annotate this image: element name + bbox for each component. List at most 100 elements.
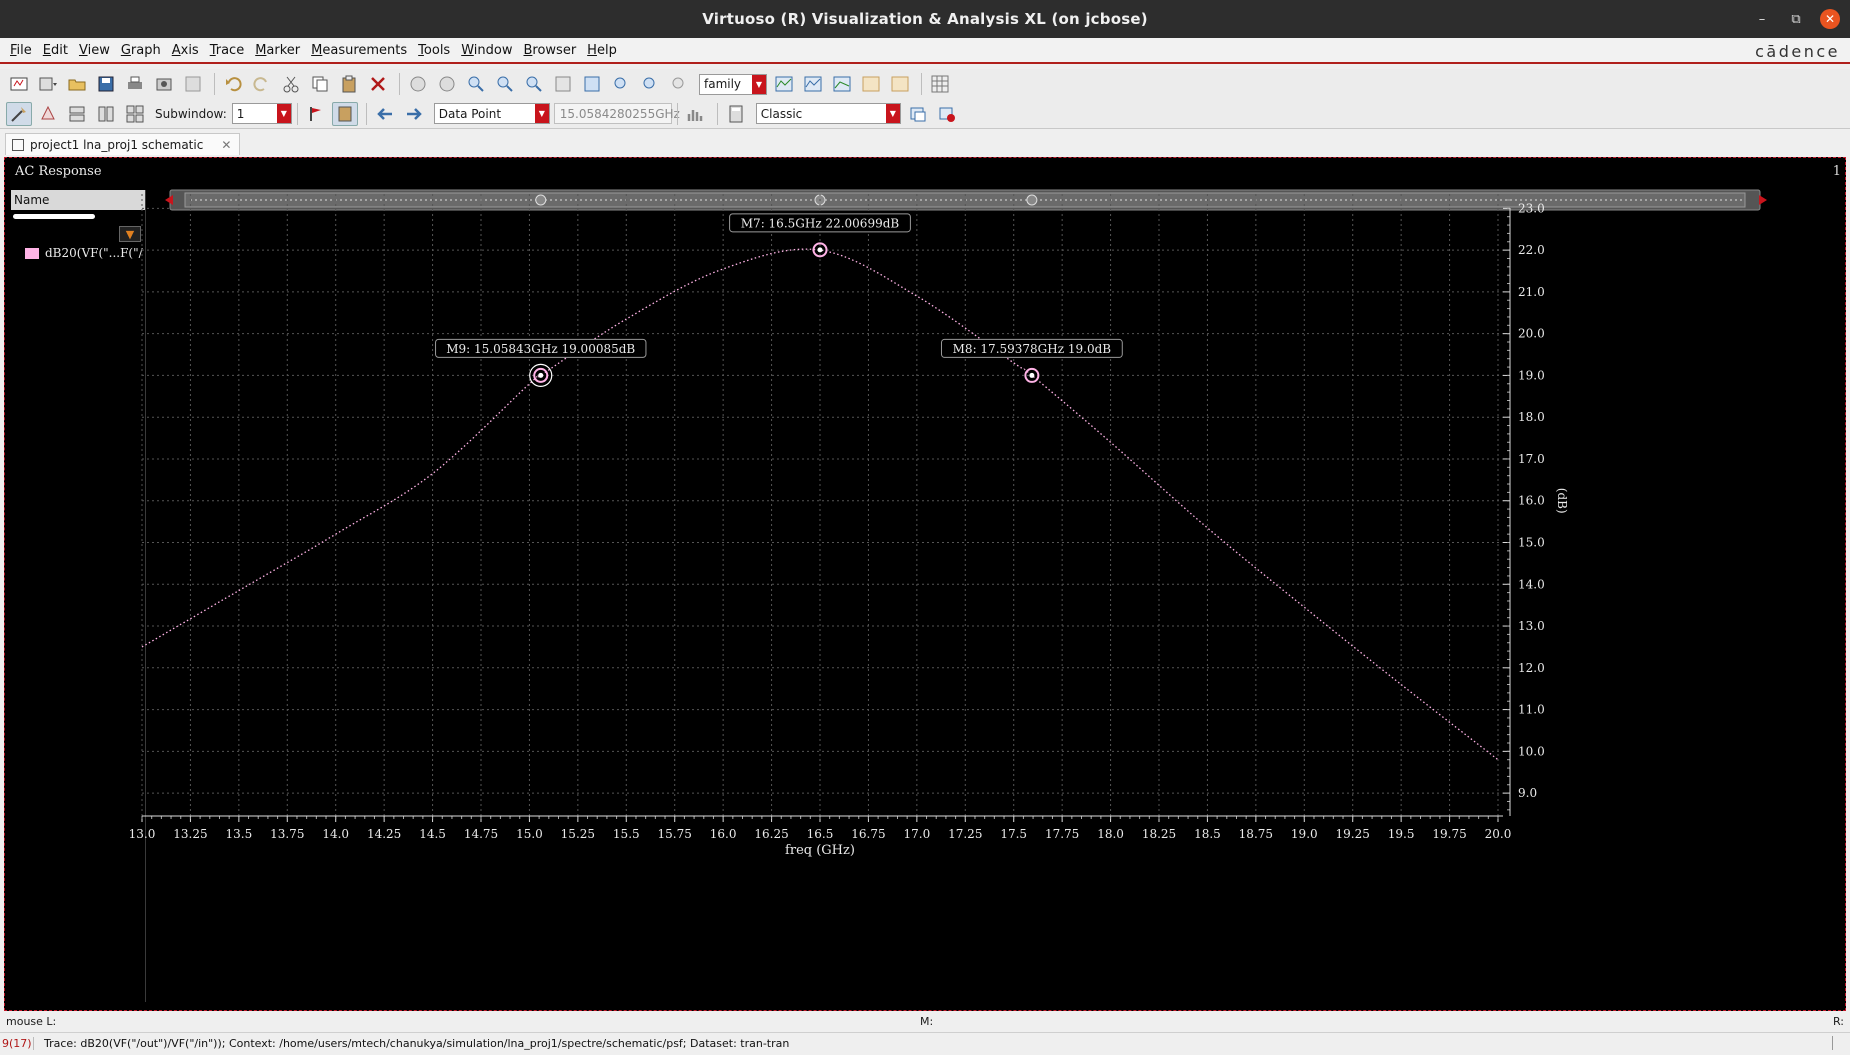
save-icon[interactable] <box>93 72 119 96</box>
menu-label: iew <box>87 42 110 58</box>
toolbar-separator <box>716 102 718 125</box>
menu-browser[interactable]: Browser <box>521 43 585 58</box>
markers[interactable]: M7: 16.5GHz 22.00699dB M9: 15.05843GHz 19… <box>435 213 1123 387</box>
zoom-x-icon[interactable] <box>550 72 576 96</box>
menu-help[interactable]: Help <box>585 43 626 58</box>
copy-icon[interactable] <box>307 72 333 96</box>
menu-axis[interactable]: Axis <box>170 43 208 58</box>
apply-style-icon[interactable] <box>905 102 931 126</box>
menu-measurements[interactable]: Measurements <box>309 43 416 58</box>
x-tick-label: 13.75 <box>270 827 304 841</box>
mouse-m-label: M: <box>920 1015 934 1028</box>
redo-icon[interactable] <box>249 72 275 96</box>
zoom-fit-icon[interactable] <box>521 72 547 96</box>
family-select[interactable]: family ▼ <box>699 73 767 95</box>
chart-extra-icon[interactable] <box>887 72 913 96</box>
menu-marker[interactable]: Marker <box>253 43 309 58</box>
tab-label: project1 lna_proj1 schematic <box>30 137 204 152</box>
scrollbar-marker <box>1026 194 1038 206</box>
x-tick-label: 17.0 <box>903 827 930 841</box>
close-icon[interactable]: ✕ <box>1820 9 1840 29</box>
paste-icon[interactable] <box>336 72 362 96</box>
open-icon[interactable] <box>64 72 90 96</box>
tile-layout-icon[interactable] <box>122 102 148 126</box>
fit-all-icon[interactable] <box>579 72 605 96</box>
fit-y-icon[interactable] <box>637 72 663 96</box>
x-tick-label: 16.5 <box>807 827 834 841</box>
grid-icon[interactable] <box>927 72 953 96</box>
snapshot-icon[interactable] <box>151 72 177 96</box>
mode-select[interactable]: Data Point ▼ <box>433 103 550 124</box>
calculator-icon[interactable] <box>723 102 749 126</box>
marker-label: M9: 15.05843GHz 19.00085dB <box>446 342 635 356</box>
menu-view[interactable]: View <box>77 43 119 58</box>
zoom-in-icon[interactable] <box>463 72 489 96</box>
composite-chart-icon[interactable] <box>800 72 826 96</box>
history-count: 9(17) <box>0 1036 34 1050</box>
chevron-down-icon[interactable]: ▼ <box>885 104 900 123</box>
zoom-forward-icon[interactable] <box>434 72 460 96</box>
new-window-icon[interactable] <box>6 72 32 96</box>
info-icon[interactable] <box>331 101 358 126</box>
print-icon[interactable] <box>122 72 148 96</box>
fit-x-icon[interactable] <box>608 72 634 96</box>
subwindow-select[interactable]: 1 ▼ <box>231 103 292 124</box>
x-tick-label: 17.25 <box>948 827 982 841</box>
menu-edit[interactable]: Edit <box>41 43 77 58</box>
chevron-down-icon[interactable]: ▼ <box>534 104 549 123</box>
subwindow-label: Subwindow: <box>155 106 227 121</box>
x-tick-label: 18.5 <box>1194 827 1221 841</box>
menu-accelerator: M <box>255 42 267 58</box>
prev-point-icon[interactable] <box>372 102 398 126</box>
window-menu-icon[interactable] <box>35 72 61 96</box>
menu-trace[interactable]: Trace <box>208 43 254 58</box>
cadence-logo: cādence <box>1755 42 1840 61</box>
cut-icon[interactable] <box>278 72 304 96</box>
menu-accelerator: M <box>311 42 323 58</box>
menu-label: arker <box>266 42 301 58</box>
menu-graph[interactable]: Graph <box>119 43 170 58</box>
zoom-back-icon[interactable] <box>405 72 431 96</box>
point-value-field[interactable]: 15.0584280255GHz <box>553 103 680 124</box>
chevron-down-icon[interactable]: ▼ <box>752 74 766 94</box>
stack-chart-icon[interactable] <box>829 72 855 96</box>
next-point-icon[interactable] <box>401 102 427 126</box>
menu-tools[interactable]: Tools <box>416 43 459 58</box>
menu-accelerator: G <box>120 42 131 58</box>
menu-file[interactable]: File <box>8 43 41 58</box>
menu-label: easurements <box>322 42 408 58</box>
zoom-box-icon[interactable] <box>666 72 692 96</box>
side-layout-icon[interactable] <box>93 102 119 126</box>
undo-icon[interactable] <box>220 72 246 96</box>
tab-schematic[interactable]: project1 lna_proj1 schematic ✕ <box>5 133 241 155</box>
y-tick-label: 14.0 <box>1518 577 1545 591</box>
marker-m9[interactable]: M9: 15.05843GHz 19.00085dB <box>435 338 647 387</box>
restore-icon[interactable]: ⧉ <box>1786 9 1806 29</box>
plot-area[interactable]: 13.0 13.25 13.5 13.75 14.0 14.25 14.5 14.75 15.0… <box>5 158 1845 1010</box>
minimize-icon[interactable]: – <box>1752 9 1772 29</box>
flag-icon[interactable] <box>303 102 329 126</box>
histogram-icon[interactable] <box>683 102 709 126</box>
selection-icon[interactable] <box>6 101 32 126</box>
x-tick-label: 15.5 <box>613 827 640 841</box>
strip-chart-icon[interactable] <box>771 72 797 96</box>
marker-palette-icon[interactable] <box>35 102 61 126</box>
close-icon[interactable]: ✕ <box>221 138 231 152</box>
y-tick-label: 21.0 <box>1518 285 1545 299</box>
chevron-down-icon[interactable]: ▼ <box>276 104 291 123</box>
stack-layout-icon[interactable] <box>64 102 90 126</box>
menu-accelerator: A <box>171 42 181 58</box>
chart-options-icon[interactable] <box>858 72 884 96</box>
export-icon[interactable] <box>180 72 206 96</box>
remove-style-icon[interactable] <box>934 102 960 126</box>
title-bar: Virtuoso (R) Visualization & Analysis XL… <box>0 0 1850 38</box>
toolbar-separator <box>676 102 678 125</box>
y-tick-label: 15.0 <box>1518 536 1545 550</box>
x-tick-label: 13.0 <box>129 827 156 841</box>
graph-window[interactable]: AC Response 1 Name ▼ dB20(VF("...F("/i 1… <box>4 157 1846 1011</box>
menu-window[interactable]: Window <box>459 43 521 58</box>
zoom-out-icon[interactable] <box>492 72 518 96</box>
delete-icon[interactable] <box>365 72 391 96</box>
x-tick-label: 18.75 <box>1239 827 1273 841</box>
style-select[interactable]: Classic ▼ <box>755 103 901 124</box>
